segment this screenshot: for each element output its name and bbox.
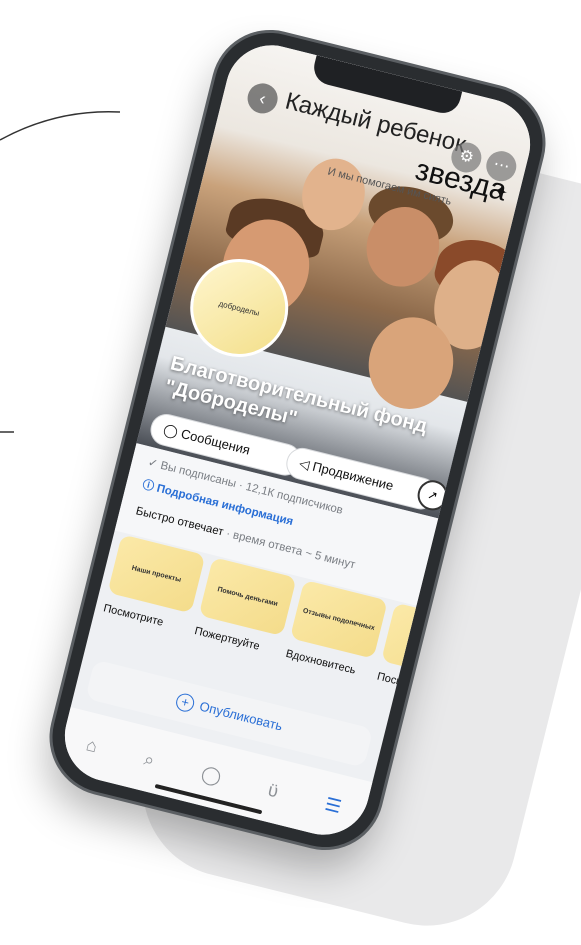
search-icon[interactable]: ⌕ [142, 748, 157, 771]
chevron-left-icon: ‹ [257, 87, 268, 109]
home-icon[interactable]: ⌂ [84, 734, 99, 757]
avatar-logo-text: доброделы [217, 298, 261, 318]
back-button[interactable]: ‹ [244, 80, 281, 117]
gear-icon: ⚙ [457, 146, 476, 167]
menu-icon[interactable]: ☰ [323, 793, 343, 817]
share-icon: ↗ [426, 487, 440, 504]
plus-icon: + [174, 691, 197, 714]
reply-speed-label: Быстро отвечает [134, 505, 225, 539]
bunny-icon[interactable]: ϋ [266, 779, 280, 802]
publish-button-label: Опубликовать [197, 698, 285, 734]
megaphone-icon: ◁ [297, 455, 312, 473]
messages-icon[interactable]: ◯ [199, 762, 223, 787]
chat-bubble-icon: ◯ [161, 421, 180, 440]
sparkle-icon: ✦ [490, 180, 511, 204]
more-icon: ⋯ [491, 155, 512, 176]
